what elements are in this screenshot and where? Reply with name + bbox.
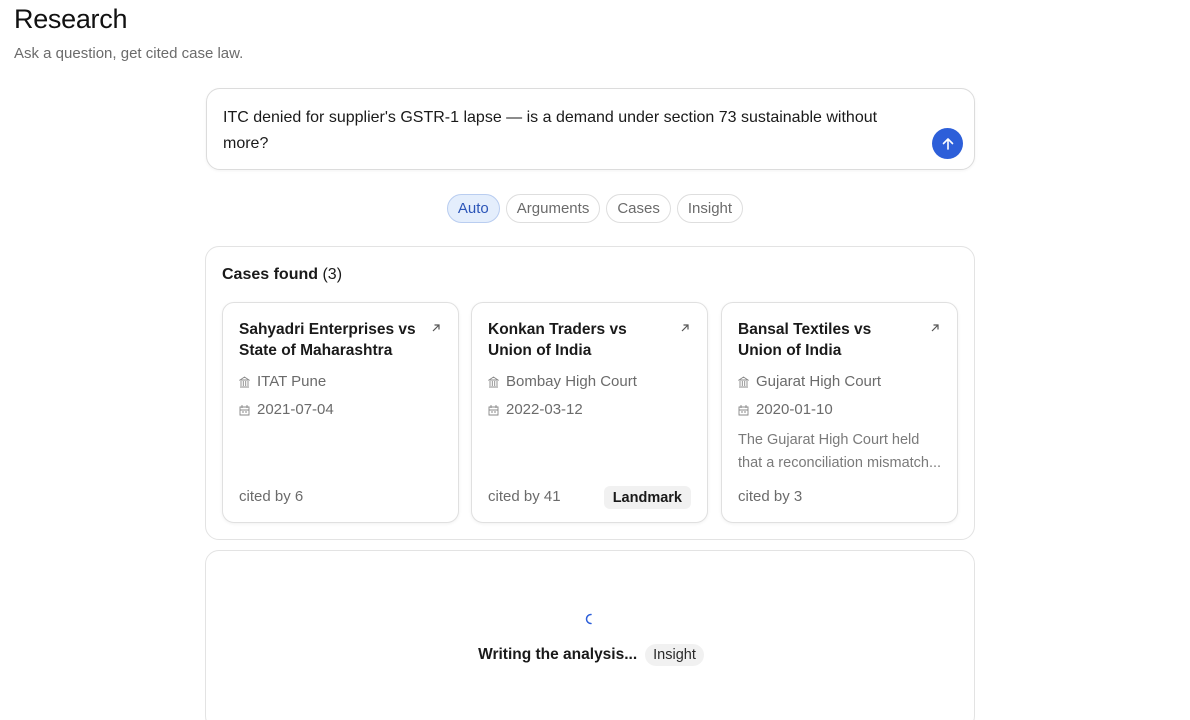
query-input[interactable]: ITC denied for supplier's GSTR-1 lapse —… [223, 105, 903, 157]
page-subtitle: Ask a question, get cited case law. [14, 45, 244, 62]
cited-by: cited by 3 [738, 488, 803, 505]
date-value: 2020-01-10 [756, 401, 833, 418]
case-card[interactable]: Konkan Traders vs Union of India Bombay … [471, 302, 708, 523]
court-name: Bombay High Court [506, 373, 637, 390]
courthouse-icon [239, 375, 250, 387]
tab-insight[interactable]: Insight [676, 194, 744, 223]
courthouse-icon [738, 375, 749, 387]
calendar-icon [738, 404, 749, 415]
external-link-icon[interactable] [679, 322, 691, 334]
case-court: Bombay High Court [488, 373, 637, 390]
case-court: Gujarat High Court [738, 373, 881, 390]
spinner-icon [585, 613, 592, 625]
date-value: 2022-03-12 [506, 401, 583, 418]
case-title[interactable]: Sahyadri Enterprises vs State of Maharas… [239, 319, 419, 361]
case-title[interactable]: Bansal Textiles vs Union of India [738, 319, 918, 361]
case-title[interactable]: Konkan Traders vs Union of India [488, 319, 668, 361]
courthouse-icon [488, 375, 499, 387]
case-summary-line: that a reconciliation mismatch... [738, 455, 942, 471]
case-court: ITAT Pune [239, 373, 326, 390]
case-card[interactable]: Sahyadri Enterprises vs State of Maharas… [222, 302, 459, 523]
analysis-panel: Writing the analysis... Insight [205, 550, 975, 720]
cases-heading: Cases found (3) [222, 266, 342, 284]
tab-arguments[interactable]: Arguments [505, 194, 601, 223]
case-summary-line: The Gujarat High Court held [738, 432, 920, 448]
external-link-icon[interactable] [430, 322, 442, 334]
send-button[interactable] [932, 128, 963, 159]
cases-count: (3) [322, 266, 343, 283]
calendar-icon [488, 404, 499, 415]
cases-panel: Cases found (3) Sahyadri Enterprises vs … [205, 246, 975, 540]
case-summary: The Gujarat High Court held that a recon… [738, 429, 946, 475]
mode-tabs: Auto Arguments Cases Insight [0, 194, 1190, 223]
case-date: 2022-03-12 [488, 401, 583, 418]
query-box[interactable]: ITC denied for supplier's GSTR-1 lapse —… [206, 88, 975, 170]
cases-heading-label: Cases found [222, 266, 319, 283]
cited-by: cited by 41 [488, 488, 561, 505]
tab-cases[interactable]: Cases [606, 194, 671, 223]
analysis-mode-badge: Insight [645, 644, 704, 666]
calendar-icon [239, 404, 250, 415]
landmark-badge: Landmark [603, 486, 691, 509]
page-title: Research [14, 4, 128, 34]
court-name: Gujarat High Court [756, 373, 882, 390]
date-value: 2021-07-04 [257, 401, 334, 418]
analysis-status: Writing the analysis... Insight [206, 644, 976, 666]
tab-auto[interactable]: Auto [446, 194, 500, 223]
external-link-icon[interactable] [929, 322, 941, 334]
case-card[interactable]: Bansal Textiles vs Union of India Gujara… [721, 302, 958, 523]
analysis-status-text: Writing the analysis... [478, 646, 638, 663]
arrow-up-icon [942, 137, 953, 150]
case-date: 2020-01-10 [738, 401, 833, 418]
court-name: ITAT Pune [257, 373, 327, 390]
cited-by: cited by 6 [239, 488, 304, 505]
case-date: 2021-07-04 [239, 401, 334, 418]
